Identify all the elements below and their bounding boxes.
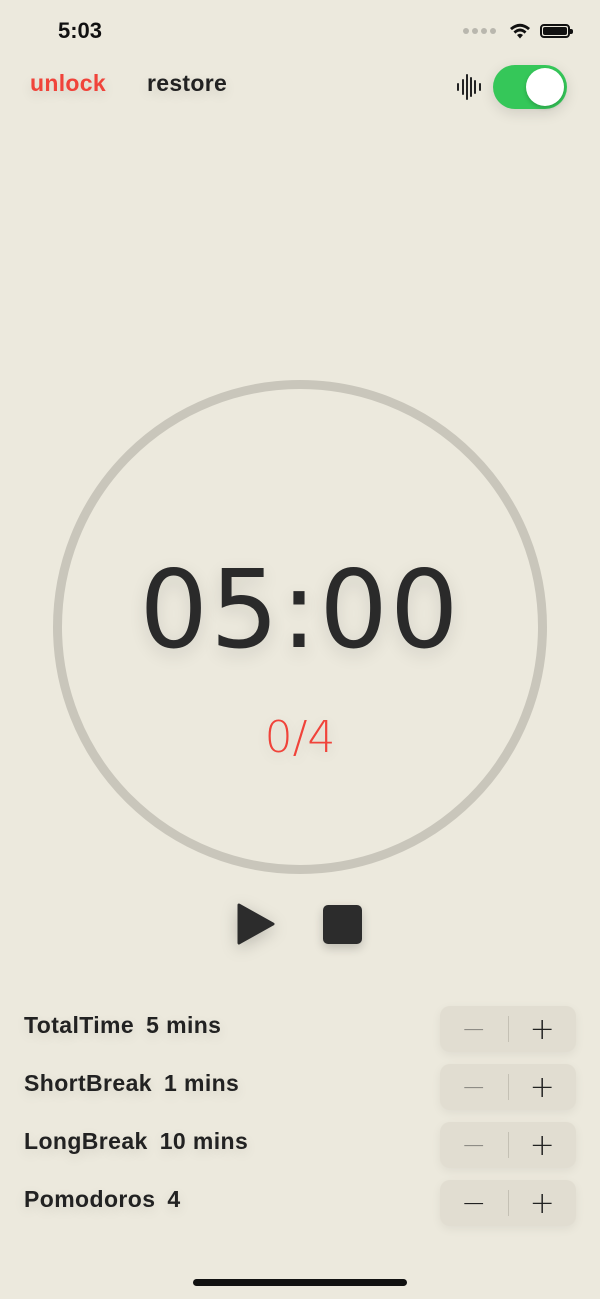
stop-icon[interactable] — [323, 905, 362, 944]
setting-long-break: LongBreak 10 mins − + — [24, 1122, 576, 1168]
timer-display: 05:00 — [139, 548, 461, 673]
play-icon[interactable] — [234, 902, 278, 946]
setting-short-break: ShortBreak 1 mins − + — [24, 1064, 576, 1110]
setting-value: 1 mins — [163, 1070, 240, 1096]
setting-label: TotalTime 5 mins — [24, 1012, 221, 1039]
setting-label: ShortBreak 1 mins — [24, 1070, 239, 1097]
setting-label: Pomodoros 4 — [24, 1186, 181, 1213]
increment-button[interactable]: + — [509, 1180, 577, 1226]
sound-toggle[interactable] — [493, 65, 567, 109]
cellular-signal-icon — [463, 28, 496, 34]
status-time: 5:03 — [58, 18, 103, 43]
total-time-stepper: − + — [440, 1006, 576, 1052]
setting-name: LongBreak — [24, 1128, 148, 1154]
setting-name: Pomodoros — [24, 1186, 156, 1212]
home-indicator[interactable] — [193, 1279, 407, 1286]
restore-button[interactable]: restore — [147, 70, 227, 97]
short-break-stepper: − + — [440, 1064, 576, 1110]
waveform-icon — [457, 74, 481, 100]
setting-total-time: TotalTime 5 mins − + — [24, 1006, 576, 1052]
wifi-icon — [510, 23, 530, 39]
setting-name: ShortBreak — [24, 1070, 152, 1096]
setting-value: 5 mins — [146, 1012, 222, 1038]
decrement-button[interactable]: − — [440, 1122, 508, 1168]
decrement-button[interactable]: − — [440, 1006, 508, 1052]
pomodoros-stepper: − + — [440, 1180, 576, 1226]
setting-value: 4 — [167, 1186, 181, 1212]
decrement-button[interactable]: − — [440, 1180, 508, 1226]
setting-name: TotalTime — [24, 1012, 135, 1038]
status-icons — [463, 22, 573, 40]
long-break-stepper: − + — [440, 1122, 576, 1168]
increment-button[interactable]: + — [509, 1122, 577, 1168]
battery-icon — [540, 24, 573, 38]
setting-pomodoros: Pomodoros 4 − + — [24, 1180, 576, 1226]
increment-button[interactable]: + — [509, 1064, 577, 1110]
setting-label: LongBreak 10 mins — [24, 1128, 248, 1155]
setting-value: 10 mins — [159, 1128, 249, 1154]
toggle-knob — [526, 68, 564, 106]
round-counter: 0/4 — [264, 712, 336, 763]
unlock-button[interactable]: unlock — [30, 70, 106, 97]
decrement-button[interactable]: − — [440, 1064, 508, 1110]
increment-button[interactable]: + — [509, 1006, 577, 1052]
